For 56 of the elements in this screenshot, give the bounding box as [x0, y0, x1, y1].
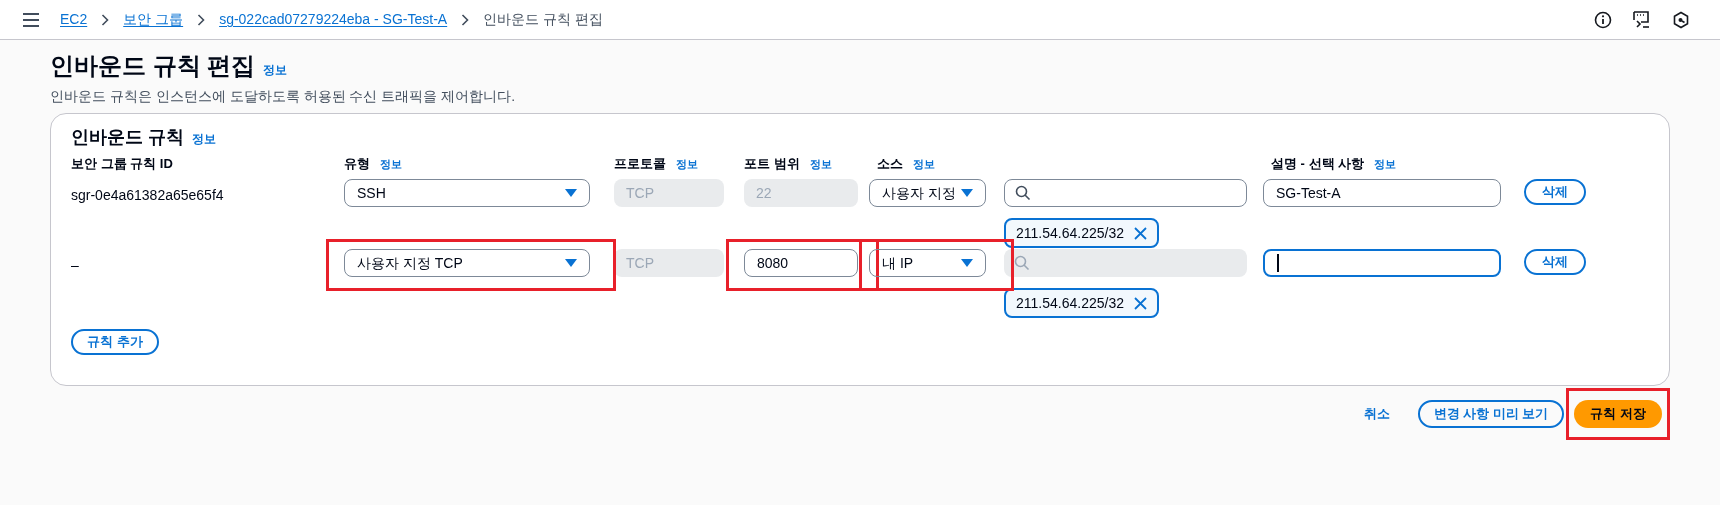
column-header: 유형 [344, 155, 370, 174]
type-dropdown[interactable]: 사용자 지정 TCP [344, 249, 590, 277]
caret-icon [961, 189, 973, 197]
chevron-icon [197, 13, 206, 26]
breadcrumb-link[interactable]: 보안 그룹 [123, 9, 184, 30]
search-icon [1015, 185, 1031, 201]
protocol-field: TCP [614, 249, 724, 277]
ip-token: 211.54.64.225/32 [1004, 218, 1159, 248]
page-description: 인바운드 규칙은 인스턴스에 도달하도록 허용된 수신 트래픽을 제어합니다. [50, 87, 517, 106]
source-dropdown[interactable]: 사용자 지정 [869, 179, 986, 207]
description-field[interactable] [1263, 249, 1501, 277]
page-title: 인바운드 규칙 편집 [50, 51, 256, 81]
breadcrumb-link[interactable]: sg-022cad07279224eba - SG-Test-A [219, 9, 448, 30]
caret-icon [961, 259, 973, 267]
info-link[interactable]: 정보 [809, 156, 832, 173]
column-header: 포트 범위 [744, 155, 800, 174]
info-link[interactable]: 정보 [380, 156, 402, 173]
menu-icon[interactable] [22, 12, 40, 27]
search-field[interactable] [1004, 179, 1247, 207]
column-header: 소스 [877, 155, 903, 174]
column-header: 보안 그룹 규칙 ID [71, 155, 173, 174]
save-rules-button[interactable]: 규칙 저장 [1574, 400, 1662, 428]
source-dropdown[interactable]: 내 IP [869, 249, 986, 277]
caret-icon [565, 189, 577, 197]
info-link[interactable]: 정보 [263, 61, 288, 79]
column-header: 프로토콜 [614, 155, 666, 174]
protocol-field: TCP [614, 179, 724, 207]
hexagon-icon[interactable] [1672, 10, 1690, 29]
terminal-icon[interactable] [1632, 10, 1652, 29]
rule-id: sgr-0e4a61382a65e65f4 [71, 187, 224, 203]
info-link[interactable]: 정보 [1374, 156, 1397, 173]
info-link[interactable]: 정보 [192, 130, 216, 148]
type-dropdown[interactable]: SSH [344, 179, 590, 207]
search-icon [1014, 255, 1030, 271]
description-field[interactable]: SG-Test-A [1263, 179, 1501, 207]
info-link[interactable]: 정보 [913, 156, 935, 173]
rule-id: – [71, 257, 79, 273]
caret-icon [565, 259, 577, 267]
close-icon[interactable] [1133, 226, 1147, 240]
cancel-link[interactable]: 취소 [1363, 404, 1390, 424]
breadcrumb-current: 인바운드 규칙 편집 [483, 10, 603, 29]
chevron-icon [461, 13, 470, 26]
port-field: 22 [744, 179, 858, 207]
port-field[interactable]: 8080 [744, 249, 858, 277]
delete-button[interactable]: 삭제 [1524, 179, 1586, 205]
add-rule-button[interactable]: 규칙 추가 [71, 329, 159, 355]
column-header: 설명 - 선택 사항 [1271, 155, 1365, 174]
delete-button[interactable]: 삭제 [1524, 249, 1586, 275]
breadcrumb-link[interactable]: EC2 [60, 9, 88, 30]
preview-changes-button[interactable]: 변경 사항 미리 보기 [1417, 400, 1565, 428]
close-icon[interactable] [1133, 296, 1147, 310]
ip-token: 211.54.64.225/32 [1004, 288, 1159, 318]
panel-title: 인바운드 규칙 [71, 126, 184, 149]
chevron-icon [101, 13, 110, 26]
info-icon[interactable] [1594, 10, 1612, 29]
info-link[interactable]: 정보 [676, 156, 698, 173]
